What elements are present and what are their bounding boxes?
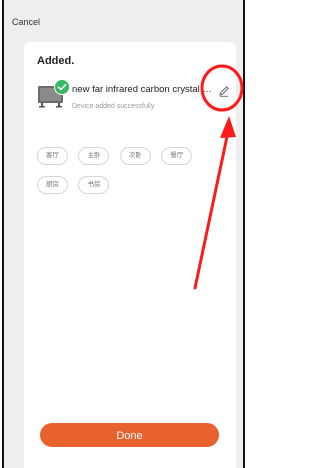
- room-tag-list: 客厅 主卧 次卧 餐厅 厨房 书房: [37, 144, 217, 202]
- app-frame: Cancel Added. new far infrared carbon cr…: [2, 0, 245, 468]
- done-button[interactable]: Done: [40, 423, 219, 447]
- top-bar: Cancel: [4, 0, 243, 40]
- device-name: new far infrared carbon crystal h...: [72, 84, 214, 95]
- room-tag[interactable]: 客厅: [37, 147, 68, 165]
- success-check-icon: [54, 79, 70, 95]
- room-tag[interactable]: 餐厅: [161, 147, 193, 165]
- device-status: Device added successfully: [72, 103, 155, 110]
- room-tag[interactable]: 主卧: [78, 147, 110, 165]
- page-title: Added.: [37, 55, 75, 67]
- room-tag[interactable]: 厨房: [37, 176, 68, 194]
- edit-name-button[interactable]: [212, 79, 236, 103]
- cancel-button[interactable]: Cancel: [12, 17, 40, 27]
- added-card: Added. new far infrared carbon crystal h…: [24, 42, 236, 468]
- room-tag[interactable]: 书房: [78, 176, 110, 194]
- room-tag[interactable]: 次卧: [119, 147, 151, 165]
- pencil-icon: [219, 86, 229, 97]
